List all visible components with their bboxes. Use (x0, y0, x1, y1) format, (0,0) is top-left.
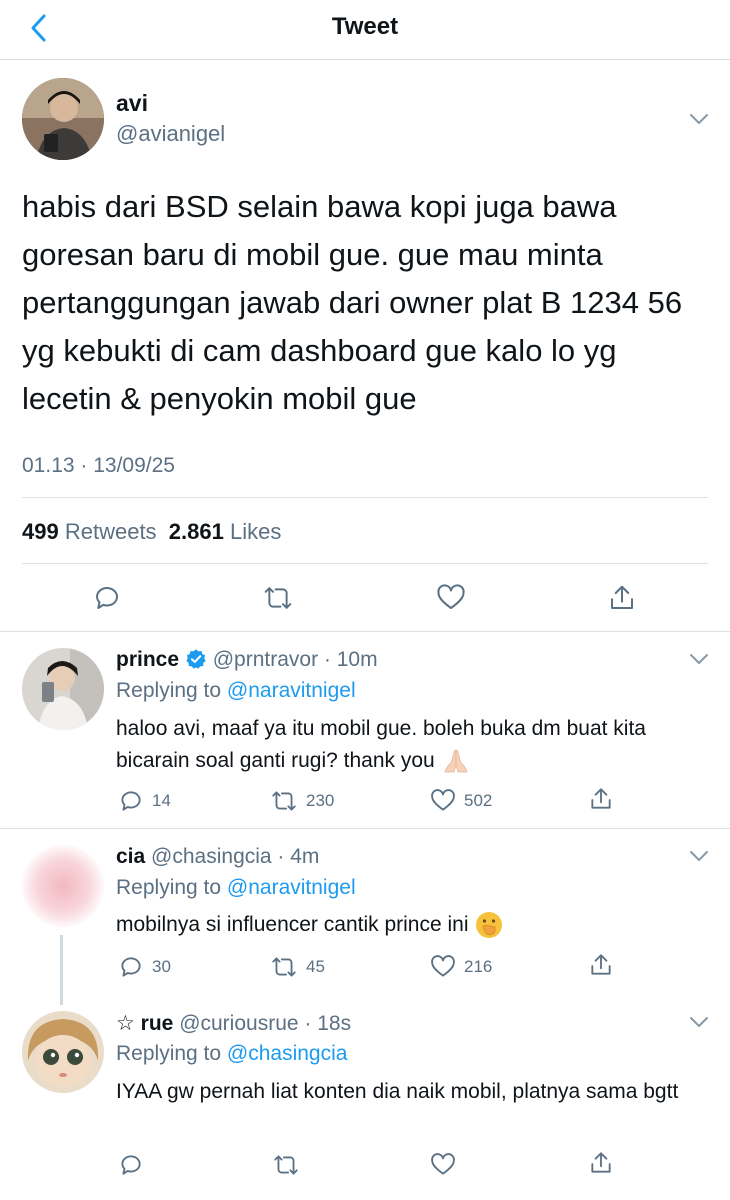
reply-header: prince @prntravor · 10m (116, 648, 378, 672)
share-icon (611, 585, 633, 609)
reply-retweet-button[interactable]: 230 (270, 788, 334, 814)
replying-to-link[interactable]: @naravitnigel (227, 679, 356, 702)
divider (0, 828, 730, 829)
reply-like-button[interactable]: 502 (430, 788, 492, 814)
avatar[interactable] (22, 78, 104, 160)
retweet-count: 230 (306, 791, 335, 810)
heart-icon (431, 955, 455, 977)
reply-share-button[interactable] (588, 786, 614, 812)
like-button[interactable] (433, 580, 469, 616)
replying-prefix: Replying to (116, 1042, 222, 1065)
replying-to-link[interactable]: @chasingcia (227, 1042, 348, 1065)
share-button[interactable] (604, 580, 640, 616)
retweet-icon (272, 957, 296, 977)
reply-header: cia @chasingcia · 4m (116, 845, 319, 869)
tweet-text: habis dari BSD selain bawa kopi juga baw… (22, 189, 683, 416)
divider (0, 631, 730, 632)
reply-header: ☆ rue @curiousrue · 18s (116, 1011, 351, 1036)
like-count: 502 (464, 791, 493, 810)
comment-icon (121, 791, 141, 811)
share-icon (591, 788, 611, 809)
hand-over-mouth-icon (476, 912, 503, 939)
reply-comment-button[interactable] (118, 1152, 144, 1178)
thread-connector (60, 935, 63, 1005)
like-count: 216 (464, 957, 493, 976)
chevron-down-icon[interactable] (688, 849, 710, 863)
tweet-stats: 499 Retweets 2.861 Likes (22, 519, 281, 545)
retweet-button[interactable] (260, 580, 296, 616)
replying-to: Replying to @chasingcia (116, 1042, 347, 1066)
praying-hands-icon (443, 750, 468, 773)
comment-icon (121, 957, 141, 977)
reply-button[interactable] (89, 580, 125, 616)
retweet-icon (274, 1155, 298, 1175)
top-nav-bar: Tweet (0, 0, 730, 60)
retweet-icon (264, 587, 292, 609)
author-name[interactable]: avi (116, 90, 148, 117)
handle-time[interactable]: @curiousrue · 18s (179, 1012, 351, 1035)
reply-comment-button[interactable]: 30 (118, 954, 171, 980)
author-name[interactable]: prince (116, 648, 179, 671)
share-icon (591, 954, 611, 975)
reply-text-content: haloo avi, maaf ya itu mobil gue. boleh … (116, 717, 646, 772)
verified-badge-icon (186, 649, 206, 669)
reply-retweet-button[interactable]: 45 (270, 954, 325, 980)
retweet-icon (272, 791, 296, 811)
replying-to: Replying to @naravitnigel (116, 679, 356, 703)
reply-text-content: mobilnya si influencer cantik prince ini (116, 913, 469, 936)
author-handle[interactable]: @avianigel (116, 121, 225, 147)
reply-like-button[interactable] (430, 1152, 456, 1178)
avatar[interactable] (22, 1011, 104, 1093)
comment-icon (121, 1155, 141, 1175)
comment-icon (96, 587, 118, 609)
reply-retweet-button[interactable] (272, 1152, 300, 1178)
retweets-count[interactable]: 499 (22, 519, 59, 544)
avatar[interactable] (22, 845, 104, 927)
replying-to-link[interactable]: @naravitnigel (227, 876, 356, 899)
reply-share-button[interactable] (588, 952, 614, 978)
chevron-down-icon[interactable] (688, 652, 710, 666)
heart-icon (437, 584, 465, 609)
handle-time[interactable]: @prntravor · 10m (213, 648, 378, 671)
divider (22, 563, 708, 564)
replying-prefix: Replying to (116, 679, 222, 702)
reply-text: IYAA gw pernah liat konten dia naik mobi… (116, 1080, 679, 1103)
heart-icon (431, 1153, 455, 1175)
share-icon (591, 1152, 611, 1173)
reply-like-button[interactable]: 216 (430, 954, 492, 980)
reply-text: haloo avi, maaf ya itu mobil gue. boleh … (116, 713, 706, 777)
chevron-down-icon[interactable] (688, 1015, 710, 1029)
reply-text: mobilnya si influencer cantik prince ini (116, 909, 706, 941)
retweets-label[interactable]: Retweets (65, 519, 157, 544)
chevron-down-icon[interactable] (688, 112, 710, 126)
likes-count[interactable]: 2.861 (169, 519, 224, 544)
divider (22, 497, 708, 498)
tweet-timestamp[interactable]: 01.13 · 13/09/25 (22, 454, 175, 478)
retweet-count: 45 (306, 957, 325, 976)
heart-icon (431, 789, 455, 811)
author-name[interactable]: cia (116, 845, 145, 868)
author-name[interactable]: ☆ rue (116, 1012, 173, 1035)
page-title: Tweet (331, 13, 399, 40)
reply-share-button[interactable] (588, 1150, 614, 1176)
avatar[interactable] (22, 648, 104, 730)
likes-label[interactable]: Likes (230, 519, 281, 544)
reply-comment-button[interactable]: 14 (118, 788, 171, 814)
comment-count: 14 (152, 791, 171, 810)
replying-prefix: Replying to (116, 876, 222, 899)
handle-time[interactable]: @chasingcia · 4m (151, 845, 319, 868)
comment-count: 30 (152, 957, 171, 976)
replying-to: Replying to @naravitnigel (116, 876, 356, 900)
